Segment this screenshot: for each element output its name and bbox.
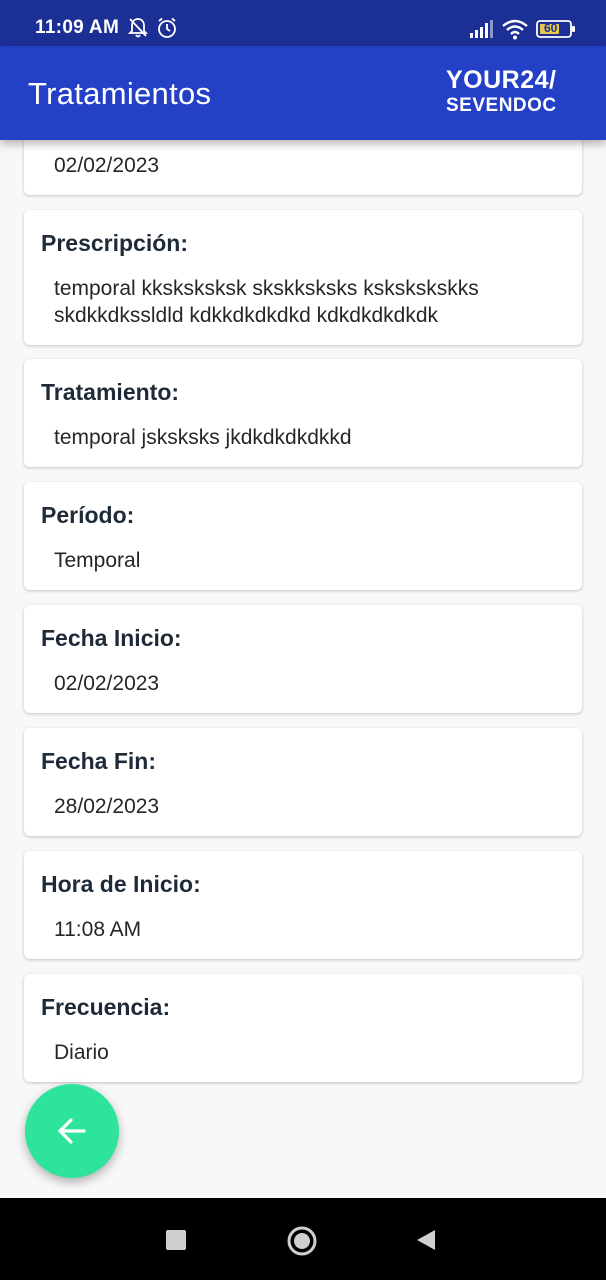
back-nav-button[interactable]: [415, 1228, 437, 1257]
card-label: Fecha Fin:: [41, 748, 157, 774]
battery-level: 60: [544, 21, 558, 35]
home-button[interactable]: [286, 1225, 318, 1262]
card-date-top: 02/02/2023: [24, 140, 582, 195]
wifi-icon: [502, 18, 528, 45]
brand-logo: YOUR24/ SEVENDOC: [446, 66, 582, 120]
bell-off-icon: [127, 17, 149, 44]
card-label: Período:: [41, 502, 135, 528]
card-treatment: Tratamiento: temporal jsksksks jkdkdkdkd…: [24, 359, 582, 467]
back-button[interactable]: [25, 1084, 119, 1178]
status-time: 11:09 AM: [35, 17, 120, 38]
signal-icon: [470, 20, 494, 43]
circle-icon: [287, 1226, 317, 1256]
treatment-details: 02/02/2023 Prescripción: temporal kksksk…: [0, 140, 606, 1198]
card-label: Prescripción:: [41, 230, 188, 256]
alarm-icon: [156, 17, 178, 44]
triangle-back-icon: [417, 1230, 435, 1250]
card-value: Diario: [54, 1041, 109, 1064]
logo-line1: YOUR24/: [446, 66, 557, 94]
card-value: Temporal: [54, 549, 141, 572]
recents-button[interactable]: [166, 1230, 186, 1250]
card-label: Hora de Inicio:: [41, 871, 201, 897]
card-end-date: Fecha Fin: 28/02/2023: [24, 728, 582, 836]
card-prescription: Prescripción: temporal kksksksksk skskks…: [24, 210, 582, 345]
card-frequency: Frecuencia: Diario: [24, 974, 582, 1082]
page-title: Tratamientos: [28, 76, 212, 111]
card-value: 11:08 AM: [54, 918, 142, 941]
card-period: Período: Temporal: [24, 482, 582, 590]
card-label: Fecha Inicio:: [41, 625, 182, 651]
card-value: temporal jsksksks jkdkdkdkdkkd: [54, 426, 352, 449]
card-label: Frecuencia:: [41, 994, 171, 1020]
card-start-time: Hora de Inicio: 11:08 AM: [24, 851, 582, 959]
card-value: temporal kksksksksk skskksksks ksksksksk…: [54, 277, 479, 327]
card-label: Tratamiento:: [41, 379, 180, 405]
system-nav-bar: [0, 1198, 606, 1280]
arrow-left-icon: [58, 1118, 86, 1144]
app-bar: Tratamientos YOUR24/ SEVENDOC: [0, 46, 606, 140]
logo-line2: SEVENDOC: [446, 95, 557, 116]
card-value: 02/02/2023: [54, 154, 160, 177]
card-value: 28/02/2023: [54, 795, 160, 818]
status-bar: 11:09 AM 60: [0, 0, 606, 46]
card-start-date: Fecha Inicio: 02/02/2023: [24, 605, 582, 713]
card-value: 02/02/2023: [54, 672, 160, 695]
